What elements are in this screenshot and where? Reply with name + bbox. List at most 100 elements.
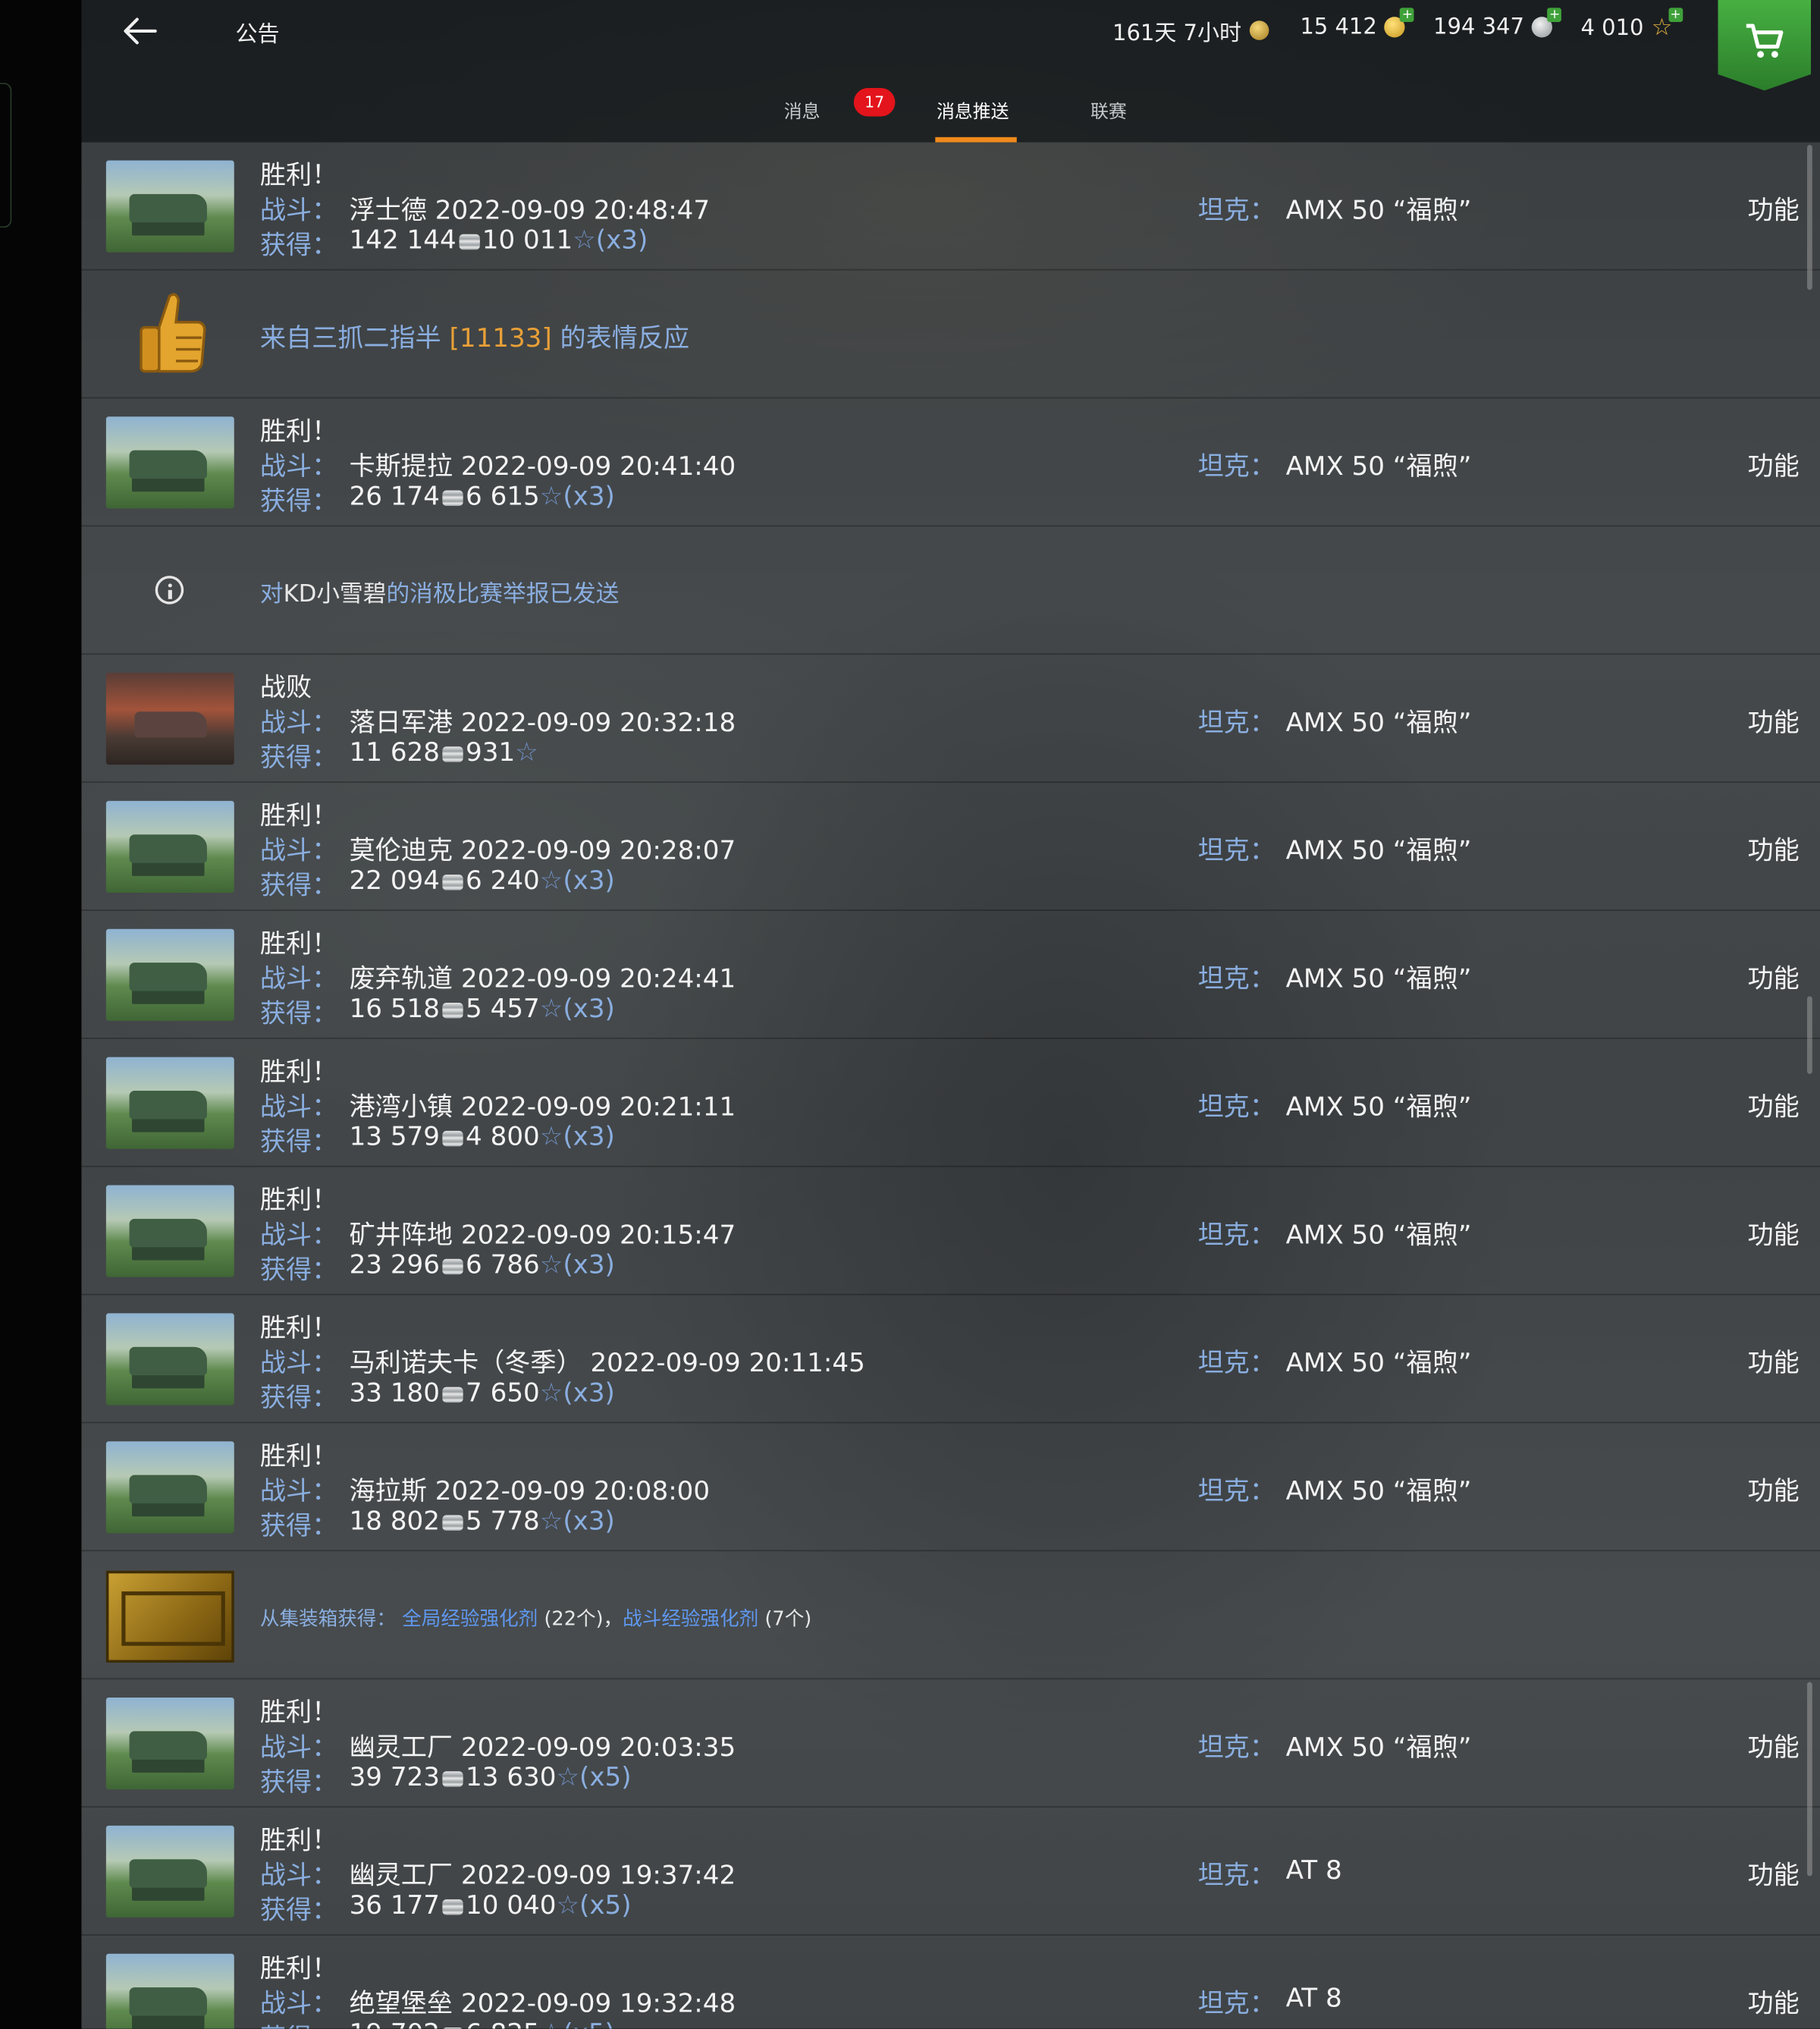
scrollbar-thumb-2[interactable] xyxy=(1807,996,1812,1074)
battle-map-time: 港湾小镇 2022-09-09 20:21:11 xyxy=(350,1085,736,1123)
battle-thumbnail xyxy=(105,800,234,894)
battle-result-title: 胜利！ xyxy=(259,415,338,447)
battle-label: 战斗： xyxy=(259,963,338,994)
map-name: 浮士德 xyxy=(349,193,427,225)
battle-thumbnail xyxy=(105,1441,234,1534)
gold-counter[interactable]: 15 412 + xyxy=(1300,8,1415,40)
report-row[interactable]: 对KD小雪碧的消极比赛举报已发送 xyxy=(81,526,1820,655)
battle-map-time: 海拉斯 2022-09-09 20:08:00 xyxy=(350,1470,711,1507)
battle-result-row[interactable]: 胜利！ 战斗： 浮士德 2022-09-09 20:48:47 获得： 142 … xyxy=(81,142,1820,271)
function-button[interactable]: 功能 xyxy=(1748,1982,1800,2019)
free-xp-counter[interactable]: 4 010 ☆ + xyxy=(1580,8,1683,42)
map-name: 莫伦迪克 xyxy=(349,834,453,866)
battle-result-title: 战败 xyxy=(259,671,312,703)
crate-reward-row[interactable]: 从集装箱获得： 全局经验强化剂 (22个)，战斗经验强化剂 (7个) xyxy=(81,1551,1820,1680)
xp-star-icon: ☆ xyxy=(539,1376,563,1408)
notifications-screen: 公告 161天 7小时 15 412 + 194 347 + 4 010 ☆+ xyxy=(81,0,1820,2029)
function-button[interactable]: 功能 xyxy=(1748,1342,1800,1379)
xp-star-icon: ☆ xyxy=(539,992,563,1024)
tab-messages[interactable]: 消息 xyxy=(784,99,821,124)
battle-result-row[interactable]: 胜利！ 战斗： 卡斯提拉 2022-09-09 20:41:40 获得： 26 … xyxy=(81,398,1820,527)
credits-earned: 16 518 xyxy=(349,992,440,1024)
battle-result-row[interactable]: 胜利！ 战斗： 绝望堡垒 2022-09-09 19:32:48 获得： 19 … xyxy=(81,1935,1820,2029)
crate-icon xyxy=(105,1570,234,1663)
battle-result-row[interactable]: 胜利！ 战斗： 海拉斯 2022-09-09 20:08:00 获得： 18 8… xyxy=(81,1423,1820,1552)
battle-thumbnail xyxy=(105,1185,234,1277)
battle-result-row[interactable]: 胜利！ 战斗： 马利诺夫卡（冬季） 2022-09-09 20:11:45 获得… xyxy=(81,1295,1820,1424)
back-arrow-icon[interactable] xyxy=(121,13,159,49)
battle-label: 战斗： xyxy=(259,1346,338,1378)
battle-map-time: 绝望堡垒 2022-09-09 19:32:48 xyxy=(350,1982,736,2019)
battle-label: 战斗： xyxy=(259,1987,338,2019)
scrollbar-thumb[interactable] xyxy=(1807,145,1812,291)
tank-label: 坦克： xyxy=(1197,834,1276,866)
left-drawer-handle[interactable] xyxy=(0,83,12,228)
battle-time: 2022-09-09 20:24:41 xyxy=(460,963,736,994)
battle-label: 战斗： xyxy=(259,1090,338,1122)
map-name: 矿井阵地 xyxy=(349,1218,453,1250)
xp-earned: 13 630 xyxy=(466,1760,557,1792)
map-name: 港湾小镇 xyxy=(349,1090,453,1122)
battle-result-row[interactable]: 胜利！ 战斗： 矿井阵地 2022-09-09 20:15:47 获得： 23 … xyxy=(81,1167,1820,1296)
battle-time: 2022-09-09 20:03:35 xyxy=(460,1731,736,1763)
function-button[interactable]: 功能 xyxy=(1748,1726,1800,1764)
function-button[interactable]: 功能 xyxy=(1748,1854,1800,1891)
battle-result-row[interactable]: 胜利！ 战斗： 废弃轨道 2022-09-09 20:24:41 获得： 16 … xyxy=(81,910,1820,1039)
battle-result-row[interactable]: 战败 战斗： 落日军港 2022-09-09 20:32:18 获得： 11 6… xyxy=(81,655,1820,784)
xp-star-icon: ☆ xyxy=(539,864,563,896)
tank-label: 坦克： xyxy=(1197,1346,1276,1378)
credits-earned: 19 702 xyxy=(350,2017,440,2028)
battle-result-row[interactable]: 胜利！ 战斗： 莫伦迪克 2022-09-09 20:28:07 获得： 22 … xyxy=(81,783,1820,911)
earned-values: 22 094 6 240☆(x3) xyxy=(350,864,615,895)
function-button[interactable]: 功能 xyxy=(1748,189,1800,226)
reaction-row[interactable]: 来自三抓二指半 [11133] 的表情反应 xyxy=(81,270,1820,399)
tab-push-messages[interactable]: 消息推送 xyxy=(937,99,1009,124)
xp-earned: 5 778 xyxy=(466,1504,540,1536)
battle-thumbnail xyxy=(105,928,234,1021)
map-name: 海拉斯 xyxy=(349,1475,427,1506)
cart-icon xyxy=(1746,24,1784,58)
xp-multiplier: (x3) xyxy=(563,479,615,511)
function-button[interactable]: 功能 xyxy=(1748,445,1800,482)
earned-label: 获得： xyxy=(260,2017,337,2029)
battle-label: 战斗： xyxy=(259,706,338,738)
credits-icon xyxy=(442,1899,463,1915)
report-prefix: 对 xyxy=(259,580,284,608)
tank-label: 坦克： xyxy=(1197,1859,1276,1891)
battle-result-row[interactable]: 胜利！ 战斗： 港湾小镇 2022-09-09 20:21:11 获得： 13 … xyxy=(81,1038,1820,1167)
xp-earned: 6 240 xyxy=(466,864,540,896)
scrollbar-thumb-3[interactable] xyxy=(1807,1682,1812,1877)
global-xp-booster-link[interactable]: 全局经验强化剂 xyxy=(402,1607,538,1631)
function-button[interactable]: 功能 xyxy=(1748,957,1800,994)
shop-cart-button[interactable] xyxy=(1718,0,1812,91)
function-button[interactable]: 功能 xyxy=(1748,1470,1800,1507)
credits-earned: 13 579 xyxy=(349,1120,440,1152)
battle-thumbnail xyxy=(105,160,234,253)
function-button[interactable]: 功能 xyxy=(1748,829,1800,866)
battle-map-time: 莫伦迪克 2022-09-09 20:28:07 xyxy=(350,829,736,866)
battle-result-title: 胜利！ xyxy=(259,1055,338,1087)
battle-time: 2022-09-09 20:28:07 xyxy=(460,834,736,866)
clan-tag[interactable]: [11133] xyxy=(450,322,552,353)
tab-league[interactable]: 联赛 xyxy=(1090,99,1127,124)
earned-label: 获得： xyxy=(259,228,338,260)
earned-values: 36 177 10 040☆(x5) xyxy=(350,1889,632,1920)
xp-star-icon: ☆ xyxy=(539,1504,563,1536)
earned-values: 33 180 7 650☆(x3) xyxy=(350,1377,615,1408)
credits-earned: 39 723 xyxy=(349,1760,440,1792)
top-bar: 公告 161天 7小时 15 412 + 194 347 + 4 010 ☆+ xyxy=(81,0,1820,143)
tank-label: 坦克： xyxy=(1197,1731,1276,1763)
battle-result-row[interactable]: 胜利！ 战斗： 幽灵工厂 2022-09-09 19:37:42 获得： 36 … xyxy=(81,1808,1820,1936)
premium-timer[interactable]: 161天 7小时 xyxy=(1112,14,1269,46)
report-suffix: 的消极比赛举报已发送 xyxy=(386,580,620,608)
credits-earned: 26 174 xyxy=(349,479,440,511)
function-button[interactable]: 功能 xyxy=(1748,1085,1800,1123)
silver-counter[interactable]: 194 347 + xyxy=(1433,8,1562,40)
battle-xp-booster-link[interactable]: 战斗经验强化剂 xyxy=(623,1607,758,1631)
function-button[interactable]: 功能 xyxy=(1748,702,1800,739)
battle-result-title: 胜利！ xyxy=(259,1952,338,1983)
battle-result-row[interactable]: 胜利！ 战斗： 幽灵工厂 2022-09-09 20:03:35 获得： 39 … xyxy=(81,1679,1820,1808)
function-button[interactable]: 功能 xyxy=(1748,1214,1800,1251)
xp-earned: 7 650 xyxy=(466,1376,540,1408)
map-name: 废弃轨道 xyxy=(349,963,453,994)
